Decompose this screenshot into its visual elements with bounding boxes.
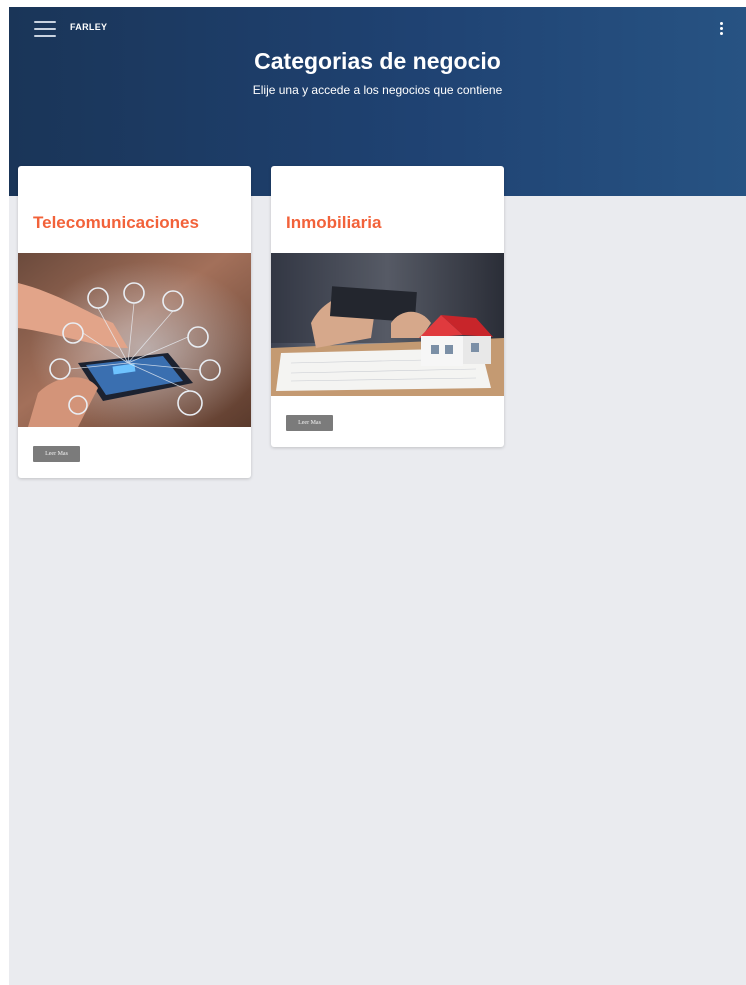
hamburger-menu-icon[interactable] <box>34 20 56 38</box>
category-image-telecom <box>18 253 251 427</box>
read-more-button[interactable]: Leer Mas <box>33 446 80 462</box>
read-more-button[interactable]: Leer Mas <box>286 415 333 431</box>
category-image-realestate <box>271 253 504 396</box>
menu-dot <box>720 32 723 35</box>
page-subtitle: Elije una y accede a los negocios que co… <box>252 83 503 97</box>
more-vertical-icon[interactable] <box>714 20 728 38</box>
menu-bar <box>34 35 56 37</box>
menu-dot <box>720 27 723 30</box>
app-viewport: FARLEY Categorias de negocio Elije una y… <box>9 7 746 985</box>
menu-bar <box>34 21 56 23</box>
brand-name[interactable]: FARLEY <box>70 22 107 32</box>
page-title: Categorias de negocio <box>254 48 501 74</box>
category-card-inmobiliaria[interactable]: Inmobiliaria Leer Mas <box>271 166 504 447</box>
category-card-telecomunicaciones[interactable]: Telecomunicaciones Leer Mas <box>18 166 251 478</box>
menu-dot <box>720 22 723 25</box>
category-title[interactable]: Telecomunicaciones <box>33 213 199 233</box>
menu-bar <box>34 28 56 30</box>
category-title[interactable]: Inmobiliaria <box>286 213 381 233</box>
